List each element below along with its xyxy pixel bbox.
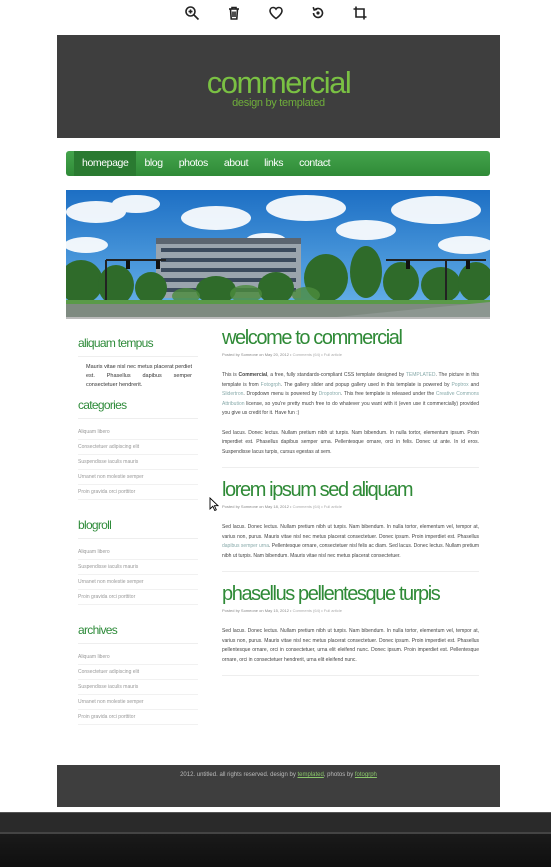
post-byline: Posted by Someone on May 20, 2012 [222, 352, 289, 357]
category-link[interactable]: Consectetuer adipiscing elit [78, 440, 198, 455]
text: license, so you're pretty much free to d… [222, 400, 479, 417]
blogroll-link[interactable]: Suspendisse iaculis mauris [78, 560, 198, 575]
post-meta: Posted by Someone on May 20, 2012 • Comm… [222, 352, 342, 357]
viewer-bottom-bar [0, 812, 551, 832]
category-link[interactable]: Suspendisse iaculis mauris [78, 455, 198, 470]
blogroll-link[interactable]: Proin gravida orci porttitor [78, 590, 198, 605]
blogroll-list: Aliquam libero Suspendisse iaculis mauri… [78, 545, 198, 605]
post-paragraph: Sed lacus. Donec lectus. Nullam pretium … [222, 628, 479, 663]
category-link[interactable]: Proin gravida orci porttitor [78, 485, 198, 500]
post: lorem ipsum sed aliquam Posted by Someon… [222, 478, 479, 572]
text: . The gallery slider and popup gallery u… [280, 381, 452, 388]
post-meta: Posted by Someone on May 18, 2012 • Comm… [222, 504, 342, 509]
text: , a free, fully standards-compliant CSS … [267, 372, 406, 378]
nav-item-photos[interactable]: photos [171, 151, 216, 176]
slidertron-link[interactable]: Slidertron [222, 391, 243, 397]
nav-item-links[interactable]: links [256, 151, 291, 176]
blogroll-link[interactable]: Urnanet non molestie semper [78, 575, 198, 590]
brand-text: Commercial [238, 372, 268, 378]
main-content: welcome to commercial Posted by Someone … [222, 326, 479, 686]
templated-link[interactable]: TEMPLATED [406, 372, 436, 378]
sidebar-title-blogroll: blogroll [78, 518, 198, 539]
sidebar-title-archives: archives [78, 623, 198, 644]
sidebar-title-aliquam-tempus: aliquam tempus [78, 336, 198, 357]
footer-text: , photos by [323, 772, 355, 778]
category-link[interactable]: Urnanet non molestie semper [78, 470, 198, 485]
text: . This free template is released under t… [340, 391, 436, 397]
main-nav: homepage blog photos about links contact [66, 151, 490, 176]
zoom-in-icon[interactable] [181, 2, 203, 24]
site-logo[interactable]: commercial [57, 67, 500, 98]
post-paragraph: Sed lacus. Donec lectus. Nullam pretium … [222, 523, 479, 561]
full-article-link[interactable]: Full article [324, 352, 342, 357]
sidebar-about-text: Mauris vitae nisl nec metus placerat per… [86, 364, 192, 388]
archive-link[interactable]: Suspendisse iaculis mauris [78, 680, 198, 695]
poptrox-link[interactable]: Poptrox [451, 382, 468, 388]
inline-link[interactable]: dapibus semper urna [222, 543, 269, 549]
archive-link[interactable]: Urnanet non molestie semper [78, 695, 198, 710]
heart-icon[interactable] [265, 2, 287, 24]
post: phasellus pellentesque turpis Posted by … [222, 582, 479, 676]
archive-link[interactable]: Consectetuer adipiscing elit [78, 665, 198, 680]
full-article-link[interactable]: Full article [324, 504, 342, 509]
footer-fotogrph-link[interactable]: fotogrph [355, 772, 377, 778]
crop-icon[interactable] [349, 2, 371, 24]
text: and [468, 381, 479, 388]
archives-list: Aliquam libero Consectetuer adipiscing e… [78, 650, 198, 725]
viewer-filmstrip [0, 832, 551, 867]
mouse-cursor-icon [209, 497, 219, 511]
nav-item-blog[interactable]: blog [136, 151, 170, 176]
rotate-icon[interactable] [307, 2, 329, 24]
sidebar: aliquam tempus Mauris vitae nisl nec met… [78, 336, 198, 743]
comments-link[interactable]: Comments (64) [293, 504, 321, 509]
dropotron-link[interactable]: Dropotron [319, 391, 341, 397]
post-byline: Posted by Someone on May 18, 2012 [222, 504, 289, 509]
site-footer: 2012. untitled. all rights reserved. des… [57, 765, 500, 807]
viewer-toolbar [0, 0, 551, 26]
footer-text: 2012. untitled. all rights reserved. des… [180, 772, 298, 778]
categories-list: Aliquam libero Consectetuer adipiscing e… [78, 425, 198, 500]
post: welcome to commercial Posted by Someone … [222, 326, 479, 468]
post-paragraph: Sed lacus. Donec lectus. Nullam pretium … [222, 429, 479, 455]
comments-link[interactable]: Comments (64) [293, 352, 321, 357]
footer-templated-link[interactable]: templated [297, 772, 323, 778]
post-meta: Posted by Someone on May 15, 2012 • Comm… [222, 608, 342, 613]
text: This is [222, 372, 239, 378]
nav-item-homepage[interactable]: homepage [74, 151, 137, 176]
trash-icon[interactable] [223, 2, 245, 24]
archive-link[interactable]: Aliquam libero [78, 650, 198, 665]
category-link[interactable]: Aliquam libero [78, 425, 198, 440]
full-article-link[interactable]: Full article [324, 608, 342, 613]
site-tagline: design by templated [232, 97, 325, 109]
nav-item-contact[interactable]: contact [291, 151, 338, 176]
post-paragraph: This is Commercial, a free, fully standa… [222, 371, 479, 419]
blogroll-link[interactable]: Aliquam libero [78, 545, 198, 560]
site-header: commercial design by templated [57, 35, 500, 138]
post-title[interactable]: welcome to commercial [222, 326, 479, 350]
sidebar-title-categories: categories [78, 398, 198, 419]
text: . Dropdown menu is powered by [243, 391, 319, 397]
post-title[interactable]: phasellus pellentesque turpis [222, 582, 479, 606]
nav-item-about[interactable]: about [216, 151, 256, 176]
text: Sed lacus. Donec lectus. Nullam pretium … [222, 524, 479, 540]
banner-image [66, 190, 490, 319]
post-byline: Posted by Someone on May 15, 2012 [222, 608, 289, 613]
fotogrph-link[interactable]: Fotogrph [261, 382, 281, 388]
comments-link[interactable]: Comments (64) [293, 608, 321, 613]
archive-link[interactable]: Proin gravida orci porttitor [78, 710, 198, 725]
post-title[interactable]: lorem ipsum sed aliquam [222, 478, 479, 502]
